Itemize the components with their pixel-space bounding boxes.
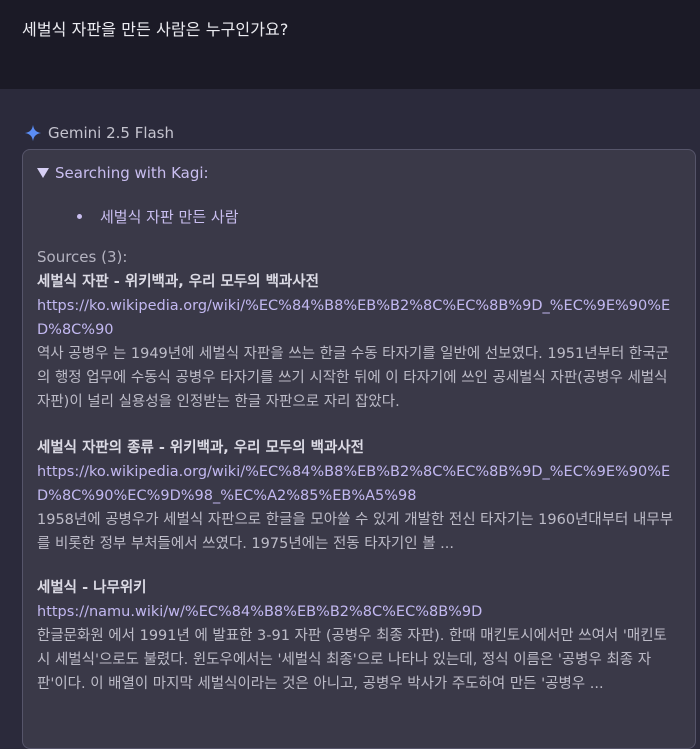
- triangle-down-icon: [37, 168, 49, 178]
- search-query-item: 세벌식 자판 만든 사람: [77, 206, 239, 227]
- source-title: 세벌식 - 나무위키: [37, 580, 147, 596]
- source-item: 세벌식 자판의 종류 - 위키백과, 우리 모두의 백과사전 https://k…: [37, 436, 677, 556]
- search-toggle[interactable]: Searching with Kagi:: [37, 164, 209, 182]
- user-message-bar: 세벌식 자판을 만든 사람은 누구인가요?: [0, 0, 700, 89]
- source-title: 세벌식 자판 - 위키백과, 우리 모두의 백과사전: [37, 274, 319, 290]
- source-link[interactable]: https://ko.wikipedia.org/wiki/%EC%84%B8%…: [37, 460, 677, 508]
- model-name: Gemini 2.5 Flash: [48, 124, 175, 142]
- bullet-icon: [77, 214, 82, 219]
- source-item: 세벌식 - 나무위키 https://namu.wiki/w/%EC%84%B8…: [37, 576, 677, 696]
- source-snippet: 1958년에 공병우가 세벌식 자판으로 한글을 모아쓸 수 있게 개발한 전신…: [37, 512, 674, 552]
- search-query-text: 세벌식 자판 만든 사람: [100, 208, 239, 226]
- source-item: 세벌식 자판 - 위키백과, 우리 모두의 백과사전 https://ko.wi…: [37, 270, 677, 414]
- source-snippet: 한글문화원 에서 1991년 에 발표한 3-91 자판 (공병우 최종 자판)…: [37, 628, 667, 692]
- sources-label: Sources (3):: [37, 248, 128, 266]
- source-link[interactable]: https://ko.wikipedia.org/wiki/%EC%84%B8%…: [37, 294, 677, 342]
- sparkle-icon: [24, 124, 42, 142]
- source-title: 세벌식 자판의 종류 - 위키백과, 우리 모두의 백과사전: [37, 440, 365, 456]
- model-header: Gemini 2.5 Flash: [24, 124, 174, 142]
- source-link[interactable]: https://namu.wiki/w/%EC%84%B8%EB%B2%8C%E…: [37, 600, 677, 624]
- search-label: Searching with Kagi:: [55, 164, 209, 182]
- user-question: 세벌식 자판을 만든 사람은 누구인가요?: [22, 20, 289, 39]
- source-snippet: 역사 공병우 는 1949년에 세벌식 자판을 쓰는 한글 수동 타자기를 일반…: [37, 346, 669, 410]
- response-box: Searching with Kagi: 세벌식 자판 만든 사람 Source…: [22, 149, 696, 749]
